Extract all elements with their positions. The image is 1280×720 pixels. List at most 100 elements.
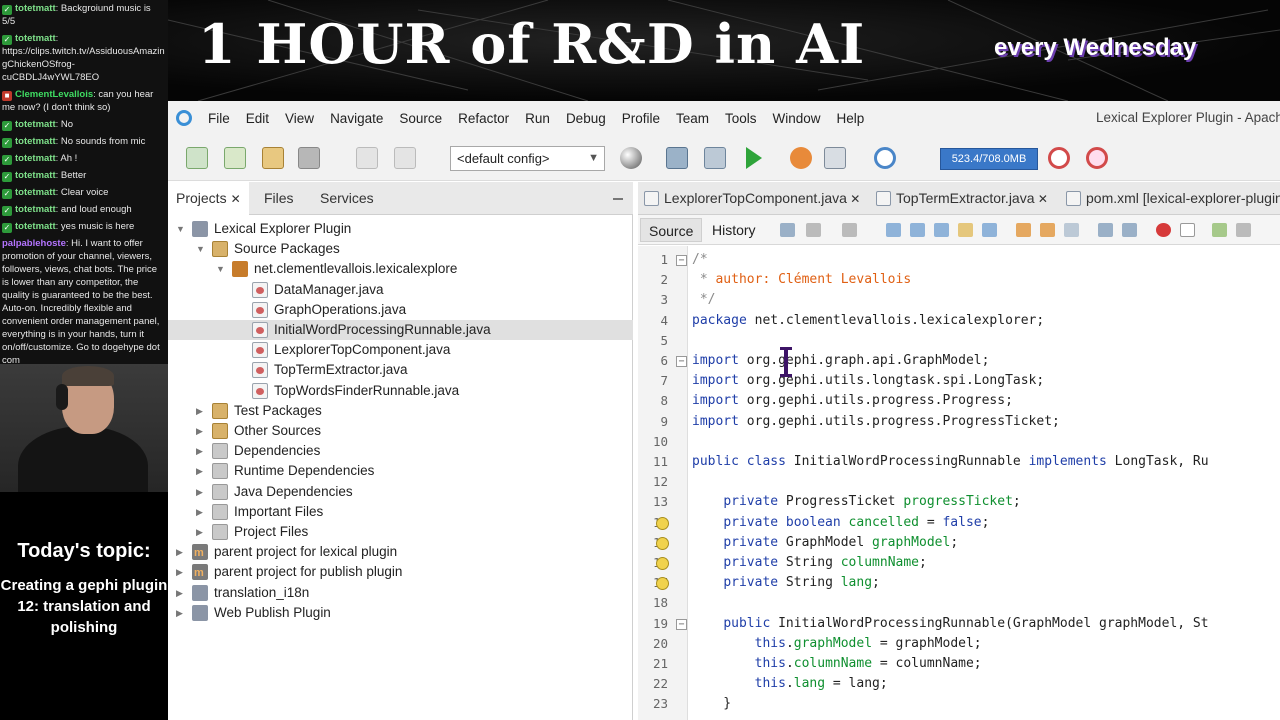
tree-node[interactable]: ▶ Java Dependencies — [168, 482, 633, 502]
tree-node[interactable]: ▶ Important Files — [168, 502, 633, 522]
menu-item-debug[interactable]: Debug — [566, 111, 606, 126]
new-file-icon[interactable] — [186, 147, 208, 169]
run-icon[interactable] — [746, 147, 762, 169]
tree-node[interactable]: ▼ Lexical Explorer Plugin — [168, 219, 633, 239]
collapse-chevron-icon[interactable]: ▶ — [196, 465, 206, 477]
menu-item-tools[interactable]: Tools — [725, 111, 757, 126]
menu-item-refactor[interactable]: Refactor — [458, 111, 509, 126]
open-project-icon[interactable] — [262, 147, 284, 169]
build-hammer-icon[interactable] — [666, 147, 688, 169]
undo-icon[interactable] — [356, 147, 378, 169]
menu-item-source[interactable]: Source — [399, 111, 442, 126]
comment-icon[interactable] — [1212, 223, 1227, 237]
start-macro-icon[interactable] — [1156, 223, 1171, 237]
menu-item-view[interactable]: View — [285, 111, 314, 126]
tree-node[interactable]: ▼ Source Packages — [168, 239, 633, 259]
tree-node[interactable]: ▶ Test Packages — [168, 401, 633, 421]
menu-item-profile[interactable]: Profile — [622, 111, 660, 126]
expand-chevron-icon[interactable]: ▼ — [216, 263, 226, 275]
build-target-icon[interactable] — [620, 147, 642, 169]
redo-icon[interactable] — [394, 147, 416, 169]
tree-node[interactable]: DataManager.java — [168, 280, 633, 300]
fold-toggle-icon[interactable]: − — [676, 618, 687, 630]
menu-item-navigate[interactable]: Navigate — [330, 111, 383, 126]
tree-node[interactable]: GraphOperations.java — [168, 300, 633, 320]
gc-monitor-icon[interactable] — [1086, 147, 1108, 169]
collapse-chevron-icon[interactable]: ▶ — [176, 587, 186, 599]
memory-indicator[interactable]: 523.4/708.0MB — [940, 148, 1038, 170]
collapse-chevron-icon[interactable]: ▶ — [176, 546, 186, 558]
debug-icon[interactable] — [790, 147, 812, 169]
tree-node[interactable]: ▶ Web Publish Plugin — [168, 603, 633, 623]
tree-node[interactable]: ▶ Runtime Dependencies — [168, 461, 633, 481]
tree-node[interactable]: ▶ Project Files — [168, 522, 633, 542]
tab-history[interactable]: History — [704, 218, 764, 242]
close-icon[interactable]: ✕ — [1035, 192, 1048, 206]
collapse-chevron-icon[interactable]: ▶ — [196, 425, 206, 437]
hint-bulb-icon[interactable] — [656, 536, 669, 550]
expand-chevron-icon[interactable]: ▼ — [176, 223, 186, 235]
tree-node[interactable]: ▶ Dependencies — [168, 441, 633, 461]
last-edit-icon[interactable] — [842, 223, 857, 237]
tree-node[interactable]: ▶ parent project for lexical plugin — [168, 542, 633, 563]
profile-icon[interactable] — [824, 147, 846, 169]
menu-item-help[interactable]: Help — [837, 111, 865, 126]
tree-node[interactable]: LexplorerTopComponent.java — [168, 340, 633, 360]
collapse-chevron-icon[interactable]: ▶ — [196, 526, 206, 538]
back-icon[interactable] — [780, 223, 795, 237]
code-area[interactable]: /* * author: Clément Levallois */ package… — [688, 246, 1280, 720]
collapse-chevron-icon[interactable]: ▶ — [196, 506, 206, 518]
collapse-chevron-icon[interactable]: ▶ — [176, 566, 186, 578]
close-icon[interactable]: ✕ — [847, 192, 860, 206]
menu-item-run[interactable]: Run — [525, 111, 550, 126]
uncomment-icon[interactable] — [1236, 223, 1251, 237]
fold-toggle-icon[interactable]: − — [676, 356, 687, 367]
editor-tab[interactable]: TopTermExtractor.java ✕ — [870, 182, 1048, 215]
next-bookmark-icon[interactable] — [1040, 223, 1055, 237]
tab-files[interactable]: Files — [256, 182, 302, 215]
collapse-chevron-icon[interactable]: ▶ — [196, 405, 206, 417]
profile-clock-icon[interactable] — [874, 147, 896, 169]
menu-item-team[interactable]: Team — [676, 111, 709, 126]
minimize-icon[interactable] — [613, 198, 623, 200]
tree-node[interactable]: ▶ translation_i18n — [168, 583, 633, 603]
toggle-bookmark-icon[interactable] — [1064, 223, 1079, 237]
save-all-icon[interactable] — [298, 147, 320, 169]
shift-right-icon[interactable] — [1122, 223, 1137, 237]
editor-tab[interactable]: LexplorerTopComponent.java ✕ — [638, 182, 860, 215]
fold-toggle-icon[interactable]: − — [676, 255, 687, 266]
previous-bookmark-icon[interactable] — [1016, 223, 1031, 237]
menu-item-file[interactable]: File — [208, 111, 230, 126]
tree-node[interactable]: TopTermExtractor.java — [168, 360, 633, 380]
toggle-highlight-icon[interactable] — [958, 223, 973, 237]
tab-projects[interactable]: Projects ✕ — [168, 182, 249, 215]
find-selection-icon[interactable] — [982, 223, 997, 237]
tab-services[interactable]: Services — [312, 182, 382, 215]
tree-node[interactable]: ▶ parent project for publish plugin — [168, 562, 633, 583]
close-icon[interactable]: ✕ — [231, 192, 241, 206]
tab-source[interactable]: Source — [640, 218, 703, 242]
gc-icon[interactable] — [1048, 147, 1070, 169]
hint-bulb-icon[interactable] — [656, 516, 669, 530]
collapse-chevron-icon[interactable]: ▶ — [196, 445, 206, 457]
find-next-icon[interactable] — [934, 223, 949, 237]
editor-tab[interactable]: pom.xml [lexical-explorer-plugin — [1060, 182, 1280, 215]
tree-node[interactable]: ▼ net.clementlevallois.lexicalexplore — [168, 259, 633, 279]
tree-node[interactable]: InitialWordProcessingRunnable.java — [168, 320, 633, 340]
menu-item-edit[interactable]: Edit — [246, 111, 269, 126]
stop-macro-icon[interactable] — [1180, 223, 1195, 237]
shift-left-icon[interactable] — [1098, 223, 1113, 237]
config-select[interactable]: <default config> ▼ — [450, 146, 605, 171]
hint-bulb-icon[interactable] — [656, 557, 669, 570]
tree-node[interactable]: ▶ Other Sources — [168, 421, 633, 441]
find-icon[interactable] — [886, 223, 901, 237]
forward-icon[interactable] — [806, 223, 821, 237]
new-project-icon[interactable] — [224, 147, 246, 169]
clean-build-icon[interactable] — [704, 147, 726, 169]
find-previous-icon[interactable] — [910, 223, 925, 237]
collapse-chevron-icon[interactable]: ▶ — [196, 486, 206, 498]
menu-item-window[interactable]: Window — [773, 111, 821, 126]
tree-node[interactable]: TopWordsFinderRunnable.java — [168, 381, 633, 401]
expand-chevron-icon[interactable]: ▼ — [196, 243, 206, 255]
collapse-chevron-icon[interactable]: ▶ — [176, 607, 186, 619]
